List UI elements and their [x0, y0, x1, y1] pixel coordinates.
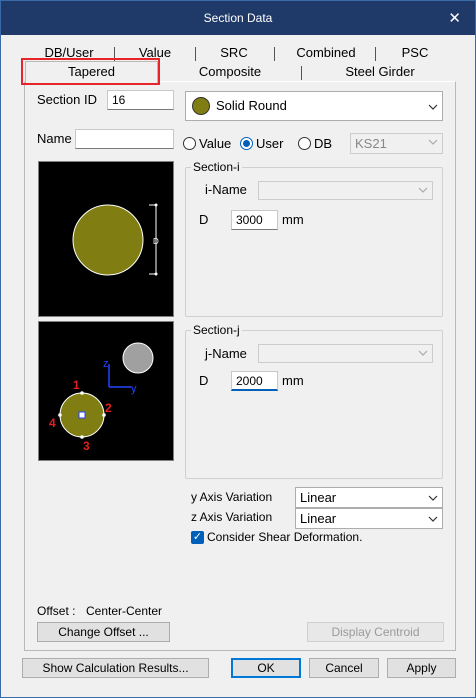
tab-composite[interactable]: Composite: [163, 63, 297, 81]
offset-value: Center-Center: [86, 604, 163, 618]
section-id-label: Section ID: [37, 92, 97, 107]
z-axis-variation-label: z Axis Variation: [191, 510, 273, 524]
chevron-down-icon: [428, 516, 438, 522]
tab-psc[interactable]: PSC: [383, 44, 447, 62]
y-axis-variation-value: Linear: [300, 490, 337, 505]
db-select-value: KS21: [355, 136, 387, 151]
point-3-label: 3: [83, 439, 90, 453]
display-centroid-button[interactable]: Display Centroid: [307, 622, 444, 642]
shear-deformation-checkbox[interactable]: ✓: [191, 531, 204, 544]
section-i-drawing: D: [72, 203, 159, 276]
radio-value[interactable]: [183, 137, 196, 150]
section-id-input[interactable]: 16: [107, 90, 174, 110]
shape-select[interactable]: Solid Round: [185, 91, 443, 121]
radio-user[interactable]: [240, 137, 253, 150]
apply-button[interactable]: Apply: [387, 658, 456, 678]
section-i-title: Section-i: [191, 160, 242, 174]
radio-user-label: User: [256, 136, 284, 151]
highlight-box: [21, 58, 160, 85]
tab-separator: [274, 47, 275, 61]
section-data-dialog: Section Data ✕ DB/User Value SRC Combine…: [0, 0, 476, 698]
cancel-button[interactable]: Cancel: [309, 658, 379, 678]
j-d-input[interactable]: 2000: [231, 371, 278, 391]
chevron-down-icon: [418, 187, 428, 193]
close-icon[interactable]: ✕: [448, 9, 461, 27]
i-d-label: D: [199, 212, 209, 227]
y-axis-variation-label: y Axis Variation: [191, 490, 273, 504]
chevron-down-icon: [418, 350, 428, 356]
j-name-label: j-Name: [205, 346, 247, 361]
radio-value-label: Value: [199, 136, 232, 151]
show-calculation-results-button[interactable]: Show Calculation Results...: [22, 658, 209, 678]
z-axis-variation-value: Linear: [300, 511, 337, 526]
db-select[interactable]: KS21: [350, 133, 443, 154]
section-j-preview: z y 1 2 3 4: [38, 321, 174, 461]
point-4: [58, 413, 62, 417]
section-j-drawing: z y 1 2 3 4: [49, 342, 154, 453]
dim-point-top: [154, 203, 158, 207]
name-input[interactable]: [75, 129, 174, 149]
centroid-marker: [78, 411, 86, 419]
tab-src[interactable]: SRC: [201, 44, 267, 62]
tab-combined[interactable]: Combined: [283, 44, 369, 62]
offset-label: Offset :: [37, 604, 76, 618]
section-i-preview: D: [38, 161, 174, 317]
chevron-down-icon: [428, 104, 438, 110]
dim-point-bottom: [154, 272, 158, 276]
chevron-down-icon: [428, 139, 438, 145]
shape-select-value: Solid Round: [216, 98, 287, 113]
j-name-select[interactable]: [258, 344, 433, 363]
j-d-label: D: [199, 373, 209, 388]
point-1: [80, 391, 84, 395]
point-1-label: 1: [73, 378, 80, 392]
y-axis-variation-select[interactable]: Linear: [295, 487, 443, 508]
title-bar: Section Data ✕: [1, 1, 475, 35]
point-2-label: 2: [105, 401, 112, 415]
ok-button[interactable]: OK: [231, 658, 301, 678]
radio-db[interactable]: [298, 137, 311, 150]
radio-db-label: DB: [314, 136, 333, 151]
chevron-down-icon: [428, 495, 438, 501]
tab-separator: [301, 66, 302, 80]
section-i-outline-circle: [122, 342, 154, 374]
i-name-select[interactable]: [258, 181, 433, 200]
i-d-unit: mm: [282, 212, 304, 227]
section-j-title: Section-j: [191, 323, 242, 337]
i-d-input[interactable]: 3000: [231, 210, 278, 230]
shear-deformation-label: Consider Shear Deformation.: [207, 530, 363, 544]
z-axis-variation-select[interactable]: Linear: [295, 508, 443, 529]
tab-separator: [195, 47, 196, 61]
y-axis-label: y: [131, 383, 137, 395]
solid-round-icon: [192, 97, 210, 115]
dim-label: D: [153, 237, 159, 246]
tab-separator: [375, 47, 376, 61]
j-d-unit: mm: [282, 373, 304, 388]
section-i-circle: [72, 204, 144, 276]
z-axis-label: z: [103, 358, 109, 370]
i-name-label: i-Name: [205, 182, 247, 197]
window-title: Section Data: [203, 11, 273, 25]
point-4-label: 4: [49, 416, 56, 430]
change-offset-button[interactable]: Change Offset ...: [37, 622, 170, 642]
name-label: Name: [37, 131, 72, 146]
tab-steel-girder[interactable]: Steel Girder: [307, 63, 453, 81]
